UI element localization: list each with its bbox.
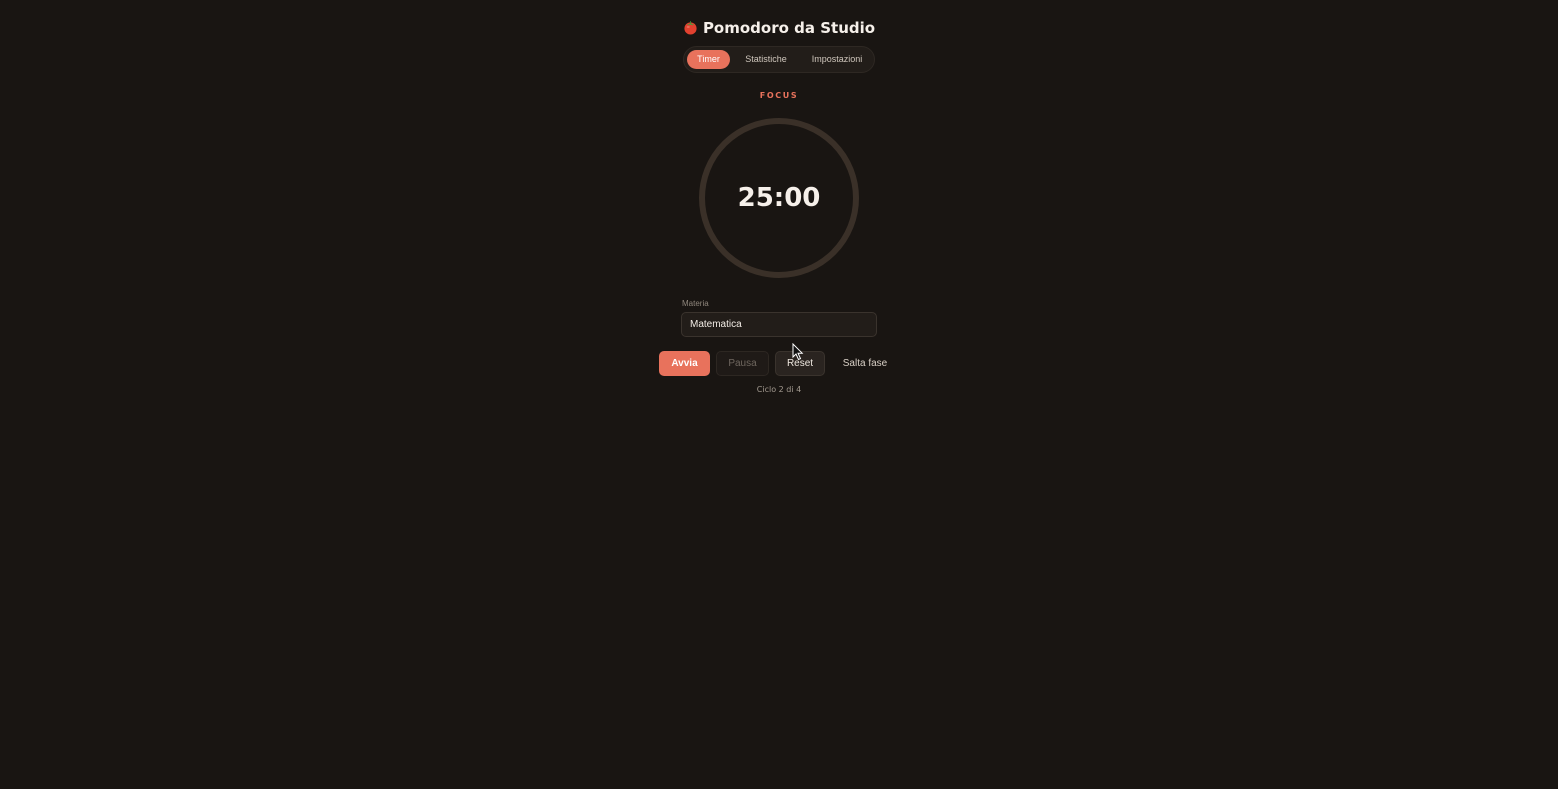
skip-phase-button[interactable]: Salta fase <box>837 351 893 376</box>
app-header: Pomodoro da Studio <box>0 17 1558 39</box>
subject-label: Materia <box>682 299 709 308</box>
tab-bar: Timer Statistiche Impostazioni <box>683 46 875 73</box>
tab-timer[interactable]: Timer <box>687 50 730 69</box>
cycle-counter: Ciclo 2 di 4 <box>756 385 802 394</box>
pomodoro-app: Pomodoro da Studio Timer Statistiche Imp… <box>0 0 1558 789</box>
pause-button[interactable]: Pausa <box>716 351 769 376</box>
mouse-cursor-icon <box>792 343 804 361</box>
tab-statistiche[interactable]: Statistiche <box>737 50 795 69</box>
phase-label: FOCUS <box>759 91 799 100</box>
timer-display: 25:00 <box>737 183 821 213</box>
subject-input[interactable] <box>681 312 877 337</box>
page-title: Pomodoro da Studio <box>702 19 876 37</box>
start-button[interactable]: Avvia <box>659 351 710 376</box>
tab-impostazioni[interactable]: Impostazioni <box>803 50 871 69</box>
tomato-icon <box>684 21 697 35</box>
